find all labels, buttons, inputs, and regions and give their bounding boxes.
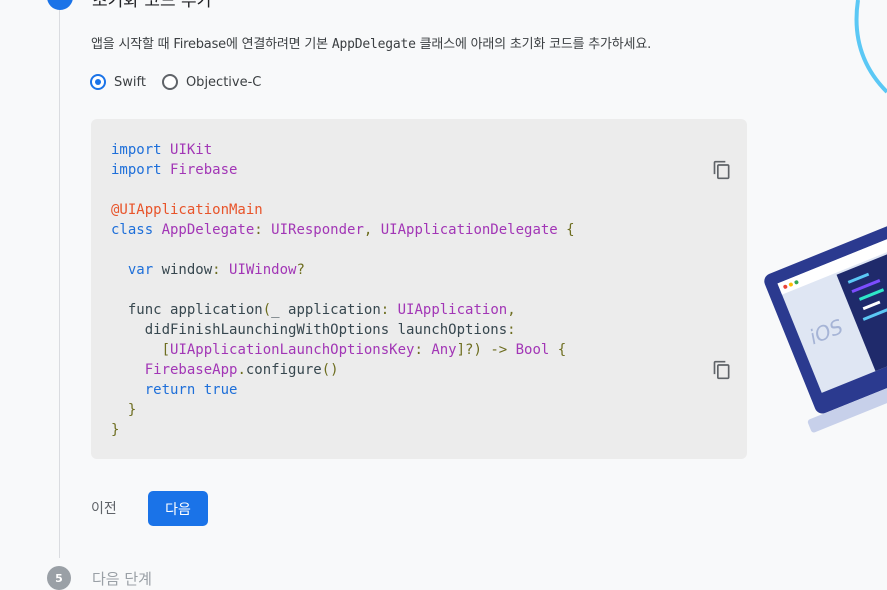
step-4-indicator [47,0,73,10]
previous-button[interactable]: 이전 [91,498,117,518]
code-line: var window: UIWindow? [111,262,305,278]
step-4-title: 초기화 코드 추가 [92,0,213,11]
code-line: didFinishLaunchingWithOptions launchOpti… [111,322,516,338]
language-selector: Swift Objective-C [90,74,277,90]
next-button[interactable]: 다음 [148,491,208,526]
instruction-prefix: 앱을 시작할 때 Firebase에 연결하려면 기본 [91,37,332,52]
radio-swift-circle[interactable] [90,74,106,90]
instruction-text: 앱을 시작할 때 Firebase에 연결하려면 기본 AppDelegate … [91,33,651,52]
instruction-class-name: AppDelegate [331,37,416,52]
radio-swift[interactable]: Swift [90,74,146,90]
copy-icon[interactable] [712,360,732,380]
code-line: } [111,422,120,438]
code-line: func application(_ application: UIApplic… [111,302,516,318]
step-5-indicator: 5 [47,566,71,590]
ios-laptop-illustration: iOS [764,0,887,433]
code-line: [UIApplicationLaunchOptionsKey: Any]?) -… [161,342,567,358]
instruction-suffix: 클래스에 아래의 초기화 코드를 추가하세요. [415,37,652,52]
code-line: return true [111,382,238,398]
radio-objective-c-label[interactable]: Objective-C [186,75,261,90]
radio-swift-label[interactable]: Swift [114,75,146,90]
code-block: import UIKit import Firebase @UIApplicatio… [91,119,747,459]
radio-objective-c-circle[interactable] [161,74,178,90]
code-line: import Firebase [111,162,238,178]
stepper-line [59,10,60,558]
code-line: FirebaseApp.configure() [144,362,339,378]
code-line: } [111,402,137,418]
code-line: class AppDelegate: UIResponder, UIApplic… [111,222,575,238]
radio-objective-c[interactable]: Objective-C [161,74,261,90]
copy-icon[interactable] [712,160,732,180]
code-line: @UIApplicationMain [111,202,263,218]
code-content[interactable]: import UIKit import Firebase @UIApplicatio… [111,140,575,440]
decorative-arc [854,0,887,94]
code-line: import UIKit [111,142,213,158]
